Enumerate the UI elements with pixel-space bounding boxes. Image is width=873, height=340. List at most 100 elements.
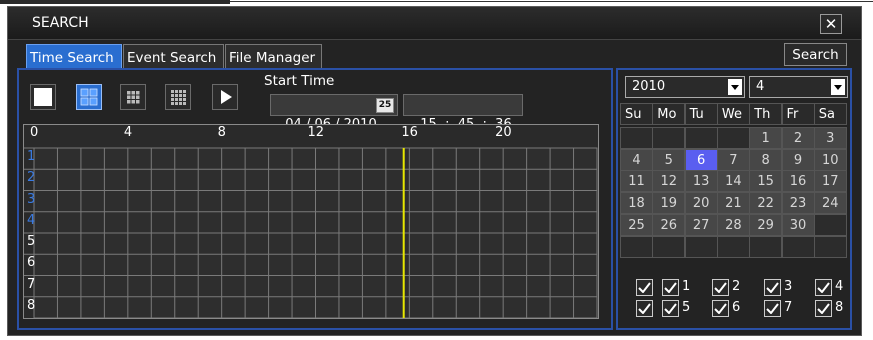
calendar-day[interactable]: 17 [813,170,847,193]
calendar-empty-cell [813,214,847,236]
tab-file-manager[interactable]: File Manager [225,44,322,70]
calendar-day[interactable]: 15 [749,170,783,193]
checkmark-icon [764,300,781,317]
checkmark-icon [636,279,653,296]
calendar-day[interactable]: 12 [652,170,686,193]
hour-label: 16 [401,125,418,140]
calendar-day[interactable]: 14 [716,170,750,193]
calendar-empty-cell [652,235,686,258]
calendar-day[interactable]: 21 [716,192,750,215]
timeline-svg [24,147,598,318]
channel-label: 1 [27,149,36,164]
calendar-day[interactable]: 2 [781,126,815,149]
calendar-day[interactable]: 29 [749,214,783,236]
start-time-label: Start Time [264,73,335,89]
checkmark-icon [662,300,679,317]
single-view-button[interactable] [30,84,56,110]
tab-event-search[interactable]: Event Search [123,44,224,70]
channel-label: 7 [27,276,36,292]
calendar-day[interactable]: 19 [652,192,686,215]
calendar-empty-cell [781,235,815,258]
weekday-header: Sa [813,103,847,125]
checkbox-label: 4 [835,279,844,294]
start-time-field[interactable]: 15 : 45 : 36 [403,94,523,132]
calendar-day[interactable]: 22 [749,192,783,215]
calendar-day[interactable]: 20 [684,192,718,215]
calendar-day[interactable]: 8 [749,148,783,171]
calendar-empty-cell [749,235,783,258]
tab-time-search[interactable]: Time Search [26,44,122,70]
calendar-day[interactable]: 28 [716,214,750,236]
weekday-header: Tu [684,103,718,125]
checkmark-icon [815,300,832,317]
calendar-empty-cell [716,235,750,258]
hour-label: 20 [495,125,512,140]
nine-view-icon [127,91,140,104]
channel-label: 3 [27,191,36,207]
calendar-day[interactable]: 30 [781,214,815,236]
weekday-header: Su [620,103,653,125]
calendar-empty-cell [716,126,750,149]
checkmark-icon [764,279,781,296]
checkbox-label: 1 [682,279,691,294]
channel-label: 4 [27,212,36,228]
weekday-header: Mo [652,103,686,125]
calendar-empty-cell [620,126,653,149]
nine-view-button[interactable] [120,84,146,110]
checkmark-icon [636,300,653,317]
title-bar: SEARCH ✕ [8,7,861,40]
checkbox-label: 8 [835,300,844,315]
calendar-empty-cell [813,235,847,258]
checkbox-label: 6 [732,300,741,315]
calendar-day[interactable]: 3 [813,126,847,149]
hour-label: 4 [123,125,133,140]
chevron-down-icon [831,79,845,95]
channel-label: 5 [27,234,36,249]
month-value: 4 [756,79,765,94]
calendar-day[interactable]: 26 [652,214,686,236]
calendar-day[interactable]: 25 [620,214,653,236]
calendar-day[interactable]: 5 [652,148,686,171]
single-view-icon [34,88,52,106]
calendar-empty-cell [620,235,653,258]
calendar-day[interactable]: 4 [620,148,653,171]
calendar-icon[interactable]: 25 [376,98,394,113]
checkmark-icon [712,279,729,296]
calendar-empty-cell [684,235,718,258]
window-title: SEARCH [32,15,89,31]
calendar-day[interactable]: 13 [684,170,718,193]
calendar-day[interactable]: 23 [781,192,815,215]
calendar-empty-cell [652,126,686,149]
calendar-day[interactable]: 16 [781,170,815,193]
weekday-header: Th [749,103,783,125]
top-edge [0,0,873,4]
year-value: 2010 [632,79,666,94]
calendar-day[interactable]: 11 [620,170,653,193]
calendar-day[interactable]: 9 [781,148,815,171]
checkbox-label: 7 [784,300,793,315]
month-select[interactable]: 4 [749,76,848,98]
channel-label: 2 [27,170,36,186]
checkmark-icon [815,279,832,296]
calendar-day[interactable]: 1 [749,126,783,149]
checkbox-label: 2 [732,279,741,294]
hour-label: 0 [30,125,39,140]
search-button[interactable]: Search [784,43,847,66]
checkmark-icon [712,300,729,317]
quad-view-button[interactable] [76,84,102,110]
calendar-day[interactable]: 7 [716,148,750,171]
calendar-day[interactable]: 10 [813,148,847,171]
calendar-day[interactable]: 24 [813,192,847,215]
calendar-day[interactable]: 27 [684,214,718,236]
close-button[interactable]: ✕ [820,14,842,34]
year-select[interactable]: 2010 [625,76,745,98]
timeline-grid[interactable] [23,124,599,319]
hour-label: 12 [307,125,325,140]
channel-label: 6 [27,255,36,271]
play-button[interactable] [212,84,238,110]
calendar-day[interactable]: 18 [620,192,653,215]
calendar-day[interactable]: 6 [684,148,718,171]
hour-label: 8 [217,125,226,140]
sixteen-view-button[interactable] [165,84,191,110]
checkbox-label: 5 [682,300,691,315]
